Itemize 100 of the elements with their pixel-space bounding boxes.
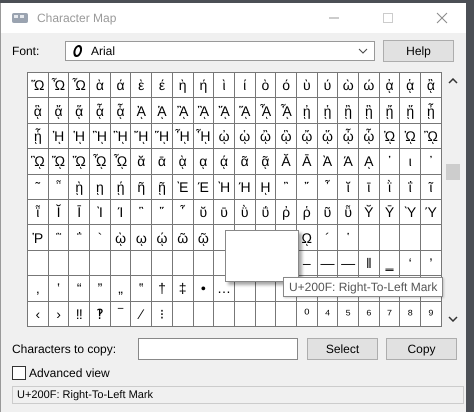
character-cell[interactable]: ᾃ [28, 98, 49, 124]
character-cell[interactable]: ᾑ [318, 98, 338, 124]
character-cell[interactable]: ᾓ [359, 98, 380, 124]
character-cell[interactable]: ᾤ [296, 124, 318, 150]
character-cell[interactable]: ῲ [110, 225, 132, 251]
character-cell[interactable]: ῎ [296, 174, 318, 200]
character-cell[interactable]: ῢ [234, 200, 256, 226]
empty-cell[interactable] [256, 302, 276, 327]
character-cell[interactable]: ‼ [69, 302, 90, 327]
select-button[interactable]: Select [307, 338, 378, 360]
character-cell[interactable]: ᾝ [152, 124, 173, 150]
empty-cell[interactable] [214, 302, 235, 327]
character-cell[interactable]: ⁹ [421, 302, 442, 327]
character-cell[interactable]: ᾽ [380, 149, 400, 175]
character-cell[interactable]: ῃ [90, 174, 111, 200]
empty-cell[interactable] [400, 225, 422, 251]
character-cell[interactable]: ᾷ [256, 149, 276, 175]
character-cell[interactable]: ᾙ [69, 124, 90, 150]
character-cell[interactable]: ‘ [400, 250, 422, 276]
character-cell[interactable]: ΅ [69, 225, 90, 251]
character-cell[interactable]: Ῥ [28, 225, 49, 251]
character-cell[interactable]: ᾪ [421, 124, 442, 150]
character-cell[interactable]: Ὦ [48, 73, 70, 98]
character-cell[interactable]: ᾚ [90, 124, 111, 150]
character-cell[interactable]: ῦ [318, 200, 338, 226]
character-cell[interactable]: ῏ [318, 174, 338, 200]
character-cell[interactable]: ⁝ [152, 302, 173, 327]
character-cell[interactable]: ῴ [152, 225, 173, 251]
character-cell[interactable]: ᾗ [28, 124, 49, 150]
character-cell[interactable]: ᾕ [400, 98, 422, 124]
help-button[interactable]: Help [383, 40, 454, 62]
character-cell[interactable]: ώ [359, 73, 380, 98]
character-cell[interactable]: ῞ [152, 200, 173, 226]
character-cell[interactable]: ή [194, 73, 214, 98]
character-cell[interactable]: ὲ [131, 73, 152, 98]
advanced-view-checkbox[interactable] [12, 366, 26, 380]
character-cell[interactable]: ᾏ [276, 98, 297, 124]
empty-cell[interactable] [110, 250, 132, 276]
character-cell[interactable]: ᾴ [214, 149, 235, 175]
character-cell[interactable]: ‽ [90, 302, 111, 327]
character-cell[interactable]: ῾ [338, 225, 359, 251]
character-cell[interactable]: ῠ [194, 200, 214, 226]
character-cell[interactable]: Ὲ [172, 174, 194, 200]
character-cell[interactable]: ι [400, 149, 422, 175]
empty-cell[interactable] [28, 250, 49, 276]
character-cell[interactable]: Ῡ [380, 200, 400, 226]
character-cell[interactable]: ύ [318, 73, 338, 98]
character-cell[interactable]: ῭ [48, 225, 70, 251]
character-cell[interactable]: ‚ [28, 276, 49, 302]
scroll-thumb[interactable] [446, 164, 460, 180]
character-cell[interactable]: ῒ [380, 174, 400, 200]
character-cell[interactable]: ᾲ [172, 149, 194, 175]
character-cell[interactable]: ⁷ [380, 302, 400, 327]
character-cell[interactable]: ᾫ [28, 149, 49, 175]
character-cell[interactable]: ᾆ [90, 98, 111, 124]
character-cell[interactable]: ᾉ [152, 98, 173, 124]
character-cell[interactable]: ῑ [359, 174, 380, 200]
character-cell[interactable]: ᾩ [400, 124, 422, 150]
character-cell[interactable]: ῶ [172, 225, 194, 251]
character-cell[interactable]: ῂ [69, 174, 90, 200]
character-cell[interactable]: ᾢ [256, 124, 276, 150]
character-cell[interactable]: ⁵ [338, 302, 359, 327]
empty-cell[interactable] [172, 250, 194, 276]
character-cell[interactable]: ὼ [338, 73, 359, 98]
character-cell[interactable]: ᾯ [110, 149, 132, 175]
character-cell[interactable]: ⁰ [296, 302, 318, 327]
character-cell[interactable]: ᾶ [234, 149, 256, 175]
character-cell[interactable]: „ [110, 276, 132, 302]
character-cell[interactable]: ― [338, 250, 359, 276]
character-cell[interactable]: ῳ [131, 225, 152, 251]
character-cell[interactable]: Ὰ [318, 149, 338, 175]
character-cell[interactable]: ὴ [172, 73, 194, 98]
character-cell[interactable]: ᾦ [338, 124, 359, 150]
character-cell[interactable]: ῥ [296, 200, 318, 226]
character-cell[interactable]: ᾭ [69, 149, 90, 175]
empty-cell[interactable] [90, 250, 111, 276]
character-cell[interactable]: ὶ [214, 73, 235, 98]
character-cell[interactable]: Ί [110, 200, 132, 226]
empty-cell[interactable] [172, 302, 194, 327]
character-cell[interactable]: ᾎ [256, 98, 276, 124]
character-cell[interactable]: ῟ [172, 200, 194, 226]
character-cell[interactable]: ῆ [131, 174, 152, 200]
character-cell[interactable]: Ύ [421, 200, 442, 226]
character-cell[interactable]: ᾡ [234, 124, 256, 150]
font-dropdown[interactable]: Arial [65, 41, 375, 61]
character-cell[interactable]: ᾖ [421, 98, 442, 124]
character-cell[interactable]: ᾘ [48, 124, 70, 150]
character-cell[interactable]: ῝ [131, 200, 152, 226]
character-cell[interactable]: Ὴ [214, 174, 235, 200]
character-cell[interactable]: ‟ [131, 276, 152, 302]
characters-to-copy-field[interactable] [138, 338, 298, 360]
character-cell[interactable]: ᾀ [380, 73, 400, 98]
character-cell[interactable]: ‖ [359, 250, 380, 276]
empty-cell[interactable] [131, 250, 152, 276]
character-cell[interactable]: ” [90, 276, 111, 302]
character-cell[interactable]: ‛ [48, 276, 70, 302]
character-cell[interactable]: ‾ [110, 302, 132, 327]
character-cell[interactable]: ⁴ [318, 302, 338, 327]
character-cell[interactable]: Ῐ [48, 200, 70, 226]
character-cell[interactable]: ῖ [421, 174, 442, 200]
